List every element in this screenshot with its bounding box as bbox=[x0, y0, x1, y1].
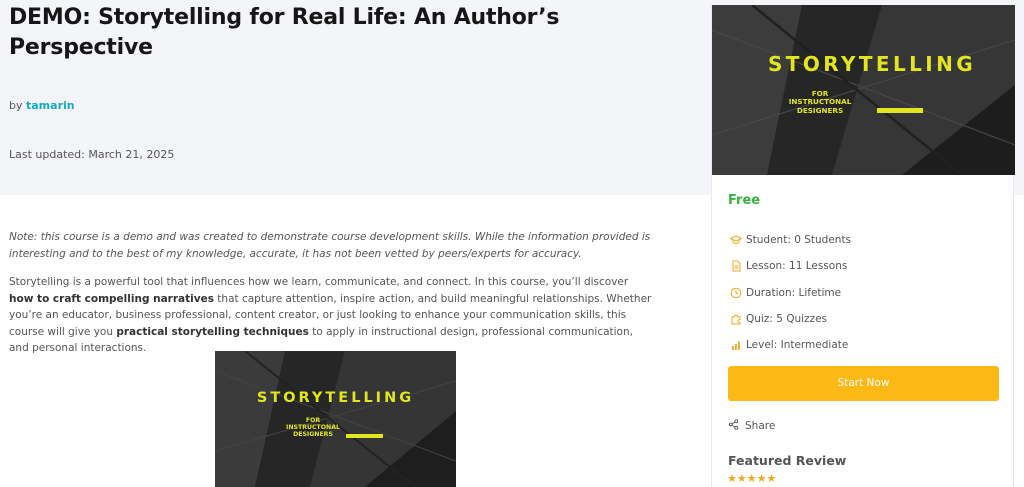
banner-subtitle-line: DESIGNERS bbox=[796, 105, 844, 115]
document-icon bbox=[728, 258, 744, 274]
meta-label: Duration: Lifetime bbox=[746, 286, 842, 299]
author-link[interactable]: tamarin bbox=[26, 99, 75, 112]
course-sidebar-card: STORYTELLING FOR INSTRUCTONAL DESIGNERS … bbox=[711, 5, 1015, 487]
share-label: Share bbox=[745, 419, 776, 432]
by-label: by bbox=[9, 99, 23, 112]
graduation-cap-icon bbox=[728, 232, 744, 248]
banner-accent-bar bbox=[877, 108, 923, 113]
banner-title: STORYTELLING bbox=[256, 390, 415, 406]
banner-subtitle: FOR INSTRUCTONAL DESIGNERS bbox=[778, 89, 862, 115]
share-icon bbox=[728, 419, 741, 432]
price-label: Free bbox=[728, 193, 761, 208]
banner-subtitle: FOR INSTRUCTONAL DESIGNERS bbox=[271, 417, 355, 438]
banner-subtitle-line: INSTRUCTONAL bbox=[286, 424, 340, 432]
featured-review-heading: Featured Review bbox=[728, 453, 847, 468]
description-paragraph: Storytelling is a powerful tool that inf… bbox=[9, 274, 654, 357]
banner-title: STORYTELLING bbox=[768, 52, 977, 76]
desc-text-1: Storytelling is a powerful tool that inf… bbox=[9, 276, 629, 288]
rating-stars: ★★★★★ bbox=[727, 472, 777, 485]
banner-subtitle-line: DESIGNERS bbox=[293, 431, 333, 439]
meta-label: Level: Intermediate bbox=[746, 339, 849, 352]
meta-duration: Duration: Lifetime bbox=[728, 280, 998, 306]
meta-students: Student: 0 Students bbox=[728, 227, 998, 253]
byline: by tamarin bbox=[9, 99, 75, 112]
course-description: Note: this course is a demo and was crea… bbox=[9, 229, 654, 357]
clock-icon bbox=[728, 285, 744, 301]
meta-quiz: Quiz: 5 Quizzes bbox=[728, 306, 998, 332]
meta-label: Student: 0 Students bbox=[746, 234, 852, 247]
meta-label: Lesson: 11 Lessons bbox=[746, 260, 848, 273]
bar-chart-icon bbox=[728, 337, 744, 353]
desc-bold-1: how to craft compelling narratives bbox=[9, 292, 214, 305]
meta-level: Level: Intermediate bbox=[728, 332, 998, 358]
share-button[interactable]: Share bbox=[728, 419, 775, 432]
meta-label: Quiz: 5 Quizzes bbox=[746, 313, 828, 326]
course-meta-list: Student: 0 Students Lesson: 11 Lessons D… bbox=[728, 227, 998, 358]
meta-lessons: Lesson: 11 Lessons bbox=[728, 253, 998, 279]
desc-bold-2: practical storytelling techniques bbox=[116, 325, 309, 338]
course-image: STORYTELLING FOR INSTRUCTONAL DESIGNERS bbox=[215, 351, 456, 487]
demo-note: Note: this course is a demo and was crea… bbox=[9, 231, 651, 260]
course-thumbnail: STORYTELLING FOR INSTRUCTONAL DESIGNERS bbox=[712, 5, 1015, 175]
last-updated: Last updated: March 21, 2025 bbox=[9, 148, 175, 161]
start-now-button[interactable]: Start Now bbox=[728, 366, 999, 401]
building-photo bbox=[712, 5, 1015, 175]
banner-subtitle-line: FOR bbox=[305, 417, 321, 424]
banner-accent-bar bbox=[346, 434, 383, 438]
puzzle-icon bbox=[728, 311, 744, 327]
page-title: DEMO: Storytelling for Real Life: An Aut… bbox=[9, 5, 560, 60]
